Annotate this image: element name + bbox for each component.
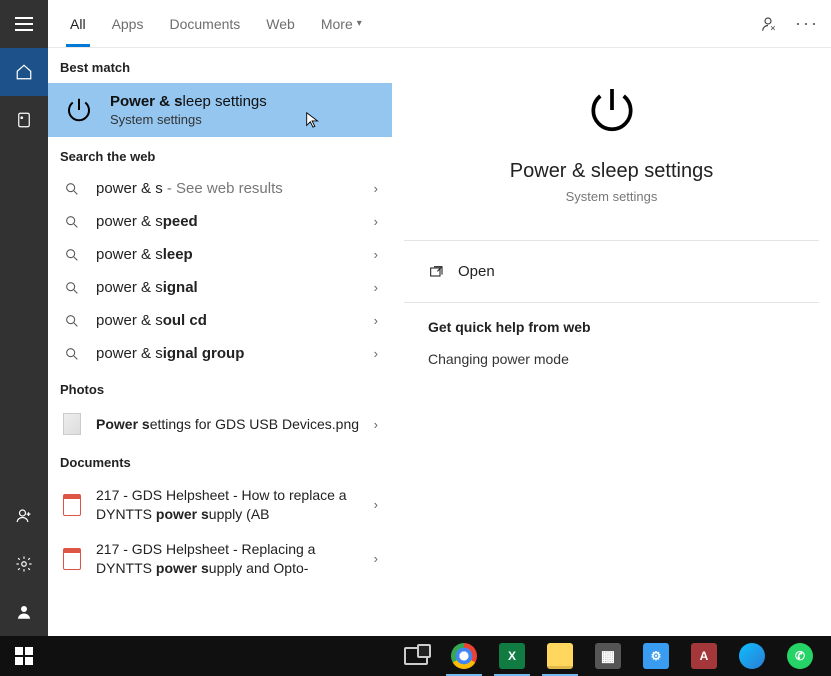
chrome-icon [451, 643, 477, 669]
detail-pane: Power & sleep settings System settings O… [404, 58, 819, 377]
web-result[interactable]: power & signal › [48, 271, 392, 304]
more-options-icon[interactable]: ··· [795, 13, 819, 34]
taskbar-calculator[interactable]: ▦ [584, 636, 632, 676]
web-result-text: power & signal [96, 279, 360, 296]
search-top-bar: All Apps Documents Web More▾ ··· [48, 0, 831, 48]
web-result-text: power & speed [96, 213, 360, 230]
photo-result-text: Power settings for GDS USB Devices.png [96, 415, 360, 434]
tab-apps[interactable]: Apps [102, 0, 154, 47]
control-panel-icon: ⚙ [643, 643, 669, 669]
taskbar-chrome[interactable] [440, 636, 488, 676]
web-result-text: power & soul cd [96, 312, 360, 329]
taskview-icon [404, 647, 428, 665]
chevron-right-icon: › [374, 280, 378, 295]
web-result[interactable]: power & signal group › [48, 337, 392, 370]
excel-icon: X [499, 643, 525, 669]
help-link[interactable]: Changing power mode [404, 341, 819, 377]
calculator-icon: ▦ [595, 643, 621, 669]
rail-people-icon[interactable] [0, 492, 48, 540]
chevron-right-icon: › [374, 181, 378, 196]
tab-documents[interactable]: Documents [159, 0, 250, 47]
taskbar-excel[interactable]: X [488, 636, 536, 676]
best-match-item[interactable]: Power & sleep settings System settings [48, 83, 392, 137]
rail-home-icon[interactable] [0, 48, 48, 96]
document-result[interactable]: 217 - GDS Helpsheet - Replacing a DYNTTS… [48, 532, 392, 586]
tab-more[interactable]: More▾ [311, 0, 372, 47]
access-icon: A [691, 643, 717, 669]
detail-title: Power & sleep settings [510, 160, 713, 183]
rail-account-icon[interactable] [0, 588, 48, 636]
web-result[interactable]: power & sleep › [48, 238, 392, 271]
windows-logo-icon [15, 647, 33, 665]
results-panel: Best match Power & sleep settings System… [48, 48, 392, 636]
rail-tips-icon[interactable] [0, 96, 48, 144]
taskbar-whatsapp[interactable]: ✆ [776, 636, 824, 676]
search-icon [62, 280, 82, 296]
tab-all[interactable]: All [60, 0, 96, 47]
taskbar-edge[interactable] [728, 636, 776, 676]
best-match-title: Power & sleep settings [110, 93, 267, 110]
best-match-subtitle: System settings [110, 112, 267, 127]
search-icon [62, 247, 82, 263]
web-result-text: power & sleep [96, 246, 360, 263]
chevron-down-icon: ▾ [357, 18, 362, 29]
search-icon [62, 214, 82, 230]
tab-web[interactable]: Web [256, 0, 305, 47]
image-file-icon [63, 413, 81, 435]
web-result[interactable]: power & s - See web results › [48, 172, 392, 205]
detail-subtitle: System settings [566, 189, 658, 204]
taskbar-settings[interactable]: ⚙ [632, 636, 680, 676]
open-icon [428, 264, 444, 280]
photo-result[interactable]: Power settings for GDS USB Devices.png › [48, 405, 392, 443]
open-label: Open [458, 263, 495, 280]
search-icon [62, 313, 82, 329]
pdf-file-icon [63, 548, 81, 570]
taskbar-file-explorer[interactable] [536, 636, 584, 676]
feedback-icon[interactable] [759, 15, 777, 33]
chevron-right-icon: › [374, 346, 378, 361]
section-search-web: Search the web [48, 137, 392, 172]
pdf-file-icon [63, 494, 81, 516]
chevron-right-icon: › [374, 313, 378, 328]
power-icon-large [584, 82, 640, 138]
chevron-right-icon: › [374, 214, 378, 229]
chevron-right-icon: › [374, 247, 378, 262]
web-result[interactable]: power & speed › [48, 205, 392, 238]
start-button[interactable] [0, 636, 48, 676]
document-result-text: 217 - GDS Helpsheet - How to replace a D… [96, 486, 360, 524]
power-icon [62, 93, 96, 127]
folder-icon [547, 643, 573, 669]
taskview-button[interactable] [392, 636, 440, 676]
search-icon [62, 346, 82, 362]
cursor-icon [304, 111, 322, 129]
edge-icon [739, 643, 765, 669]
rail-settings-icon[interactable] [0, 540, 48, 588]
open-action[interactable]: Open [404, 247, 819, 296]
search-left-rail [0, 0, 48, 636]
section-best-match: Best match [48, 48, 392, 83]
whatsapp-icon: ✆ [787, 643, 813, 669]
taskbar-access[interactable]: A [680, 636, 728, 676]
taskbar: X ▦ ⚙ A ✆ [0, 636, 831, 676]
document-result[interactable]: 217 - GDS Helpsheet - How to replace a D… [48, 478, 392, 532]
section-documents: Documents [48, 443, 392, 478]
help-header: Get quick help from web [404, 309, 819, 341]
start-hamburger[interactable] [0, 0, 48, 48]
section-photos: Photos [48, 370, 392, 405]
search-icon [62, 181, 82, 197]
chevron-right-icon: › [374, 417, 378, 432]
web-result[interactable]: power & soul cd › [48, 304, 392, 337]
web-result-text: power & signal group [96, 345, 360, 362]
document-result-text: 217 - GDS Helpsheet - Replacing a DYNTTS… [96, 540, 360, 578]
chevron-right-icon: › [374, 497, 378, 512]
web-result-text: power & s - See web results [96, 180, 360, 197]
chevron-right-icon: › [374, 551, 378, 566]
